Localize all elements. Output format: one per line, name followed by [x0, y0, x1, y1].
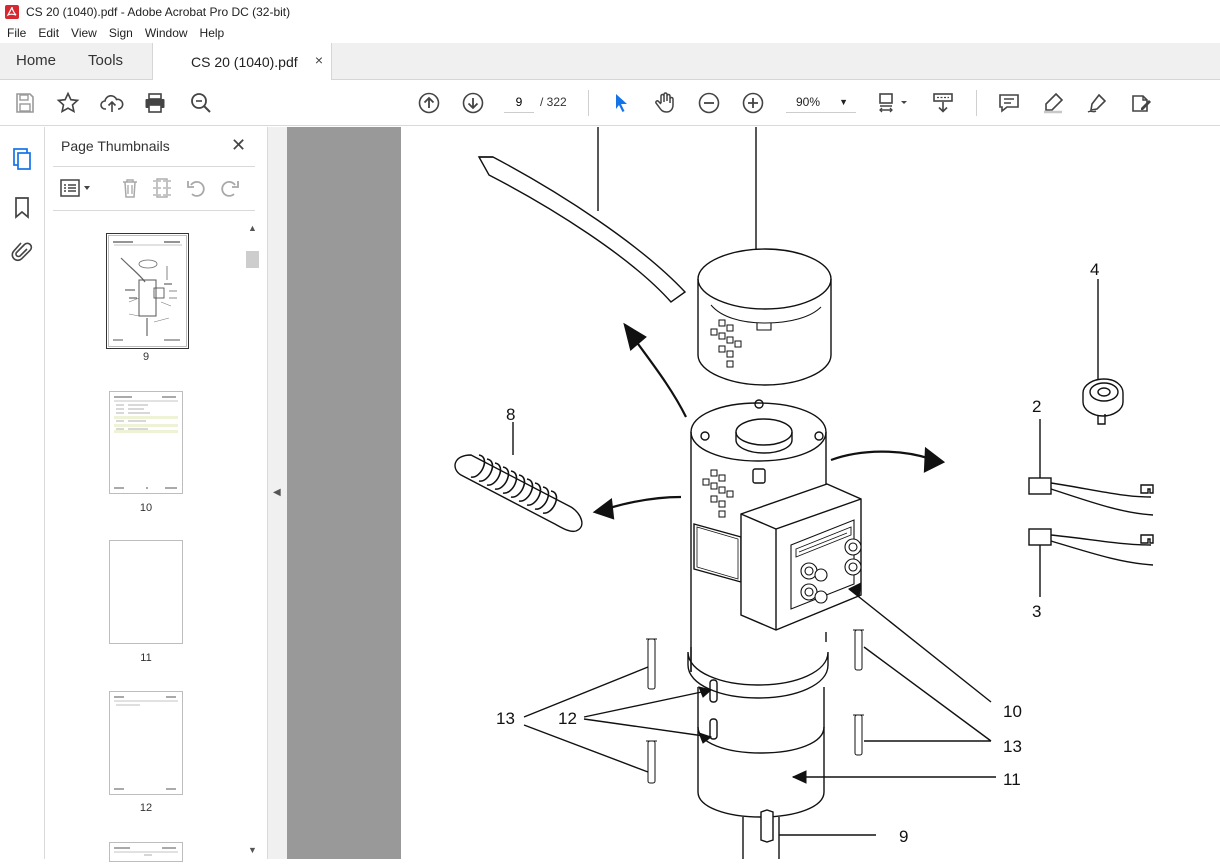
title-bar: CS 20 (1040).pdf - Adobe Acrobat Pro DC …: [0, 0, 1220, 23]
toolbar-divider: [976, 90, 977, 116]
callout-11: 11: [1003, 770, 1021, 789]
page-thumbnail-13[interactable]: [109, 842, 183, 862]
navigation-rail: [0, 127, 45, 859]
zoom-level-select[interactable]: 90% ▼: [786, 91, 856, 113]
exploded-parts-drawing: 4 2 3 8 10 11 9 12 13 13: [454, 127, 1154, 859]
page-thumbnail-12[interactable]: [109, 691, 183, 795]
menu-file[interactable]: File: [0, 26, 32, 40]
menu-window[interactable]: Window: [139, 26, 194, 40]
upload-cloud-icon[interactable]: [99, 90, 125, 116]
delete-page-icon[interactable]: [119, 177, 141, 199]
page-thumbnail-10[interactable]: [109, 391, 183, 494]
document-view[interactable]: 4 2 3 8 10 11 9 12 13 13: [287, 127, 1220, 859]
page-thumbnail-9[interactable]: [106, 233, 189, 349]
panel-divider: [53, 210, 255, 211]
bookmark-star-icon[interactable]: [55, 90, 81, 116]
callout-2: 2: [1032, 397, 1041, 416]
menu-help[interactable]: Help: [194, 26, 231, 40]
callout-3: 3: [1032, 602, 1041, 621]
options-menu-icon[interactable]: [59, 177, 93, 199]
thumbnail-label-10: 10: [139, 502, 153, 514]
tab-tools[interactable]: Tools: [72, 43, 139, 79]
callout-13-right: 13: [1003, 737, 1022, 756]
find-zoom-icon[interactable]: [188, 90, 214, 116]
callout-12: 12: [558, 709, 577, 728]
document-page: 4 2 3 8 10 11 9 12 13 13: [401, 127, 1220, 859]
bookmarks-icon[interactable]: [10, 195, 34, 219]
redact-tool-icon[interactable]: [1128, 90, 1154, 116]
menu-sign[interactable]: Sign: [103, 26, 139, 40]
zoom-in-icon[interactable]: [740, 90, 766, 116]
thumbnail-tools: [57, 175, 257, 201]
panel-title: Page Thumbnails: [61, 138, 170, 154]
insert-page-icon[interactable]: [151, 177, 173, 199]
thumbnail-preview: [113, 241, 182, 341]
attachments-paperclip-icon[interactable]: [10, 240, 34, 264]
thumbnail-preview: [114, 847, 178, 856]
page-number-input[interactable]: [504, 91, 534, 113]
page-total: / 322: [540, 95, 567, 109]
thumbnail-preview: [114, 396, 178, 489]
menu-bar: File Edit View Sign Window Help: [0, 23, 1220, 43]
save-icon[interactable]: [12, 90, 38, 116]
thumbnail-label-9: 9: [142, 351, 150, 363]
zoom-out-icon[interactable]: [696, 90, 722, 116]
page-thumbnail-11[interactable]: [109, 540, 183, 644]
window-title: CS 20 (1040).pdf - Adobe Acrobat Pro DC …: [26, 4, 291, 19]
thumbnail-preview: [114, 696, 178, 790]
page-thumbnails-panel: Page Thumbnails ✕ 9 10 11 12 ▲ ▼: [45, 127, 267, 862]
close-panel-icon[interactable]: ✕: [231, 135, 246, 156]
tab-document[interactable]: CS 20 (1040).pdf ×: [152, 43, 332, 80]
next-page-icon[interactable]: [460, 90, 486, 116]
hand-tool-icon[interactable]: [652, 90, 678, 116]
page-thumbnails-icon[interactable]: [10, 147, 34, 171]
callout-9: 9: [899, 827, 908, 846]
chevron-down-icon: ▼: [839, 97, 848, 107]
tab-bar: Home Tools CS 20 (1040).pdf ×: [0, 43, 1220, 80]
scroll-up-icon[interactable]: ▲: [248, 223, 257, 233]
comment-icon[interactable]: [996, 90, 1022, 116]
close-tab-icon[interactable]: ×: [315, 52, 323, 68]
select-cursor-icon[interactable]: [608, 90, 634, 116]
collapse-panel-icon[interactable]: ◀: [273, 487, 281, 498]
tab-home[interactable]: Home: [0, 43, 72, 79]
fit-page-icon[interactable]: [876, 90, 912, 116]
toolbar-divider: [588, 90, 589, 116]
callout-10: 10: [1003, 702, 1022, 721]
rotate-counterclockwise-icon[interactable]: [185, 177, 207, 199]
print-icon[interactable]: [142, 90, 168, 116]
document-tab-label: CS 20 (1040).pdf: [191, 53, 298, 70]
thumbnail-scrollbar[interactable]: ▲ ▼: [245, 221, 260, 857]
sign-pen-icon[interactable]: [1084, 90, 1110, 116]
thumbnail-label-12: 12: [139, 802, 153, 814]
highlight-pen-icon[interactable]: [1040, 90, 1066, 116]
scrollbar-thumb[interactable]: [246, 251, 259, 268]
callout-8: 8: [506, 405, 515, 424]
acrobat-app-icon: [5, 4, 19, 19]
scroll-mode-icon[interactable]: [930, 90, 956, 116]
menu-view[interactable]: View: [65, 26, 103, 40]
previous-page-icon[interactable]: [416, 90, 442, 116]
panel-divider: [53, 166, 255, 167]
callout-13-left: 13: [496, 709, 515, 728]
panel-splitter[interactable]: ◀: [267, 127, 287, 859]
scroll-down-icon[interactable]: ▼: [248, 845, 257, 855]
zoom-level-value: 90%: [796, 95, 821, 109]
callout-4: 4: [1090, 260, 1099, 279]
rotate-clockwise-icon[interactable]: [219, 177, 241, 199]
menu-edit[interactable]: Edit: [32, 26, 65, 40]
thumbnail-label-11: 11: [140, 652, 152, 664]
